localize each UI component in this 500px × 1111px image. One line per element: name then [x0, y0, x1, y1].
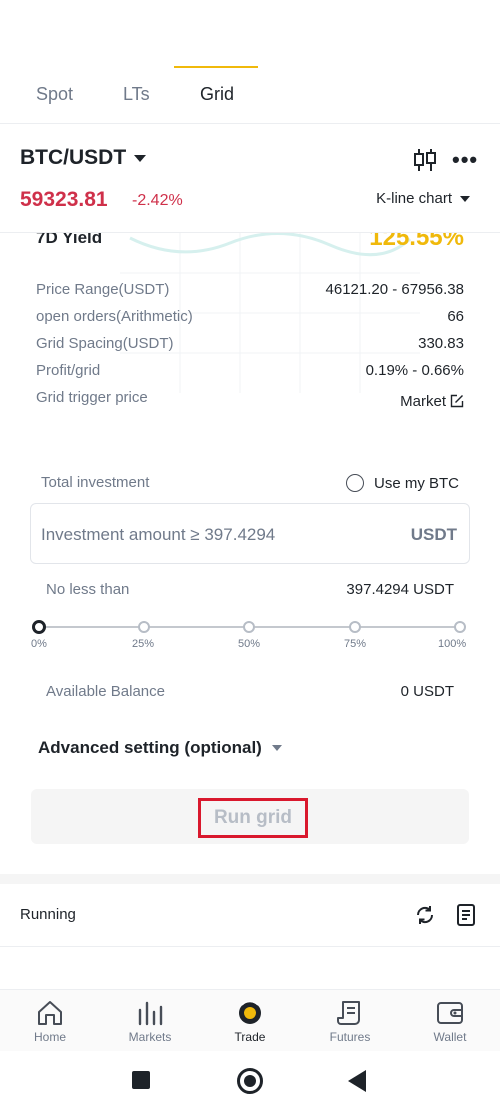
price-change: -2.42%	[132, 192, 183, 209]
nav-futures[interactable]: Futures	[300, 1000, 400, 1044]
tab-lts[interactable]: LTs	[123, 84, 150, 105]
use-my-btc-label: Use my BTC	[373, 474, 459, 492]
slider-node-25[interactable]	[138, 621, 150, 633]
run-grid-label: Run grid	[198, 798, 308, 838]
tab-spot[interactable]: Spot	[36, 84, 73, 105]
nav-home[interactable]: Home	[0, 1000, 100, 1044]
run-grid-button[interactable]: Run grid	[31, 789, 469, 844]
futures-icon	[337, 1001, 360, 1025]
pair-name: BTC/USDT	[20, 146, 127, 169]
more-options-icon[interactable]: •••	[452, 147, 478, 173]
slider-mark: 25%	[132, 638, 155, 650]
slider-mark: 75%	[344, 638, 367, 650]
detail-key: open orders(Arithmetic)	[36, 308, 193, 325]
section-divider	[0, 874, 500, 884]
nav-wallet[interactable]: Wallet	[400, 1000, 500, 1044]
back-button[interactable]	[348, 1070, 366, 1092]
chevron-down-icon	[134, 154, 147, 162]
investment-slider[interactable]: 0% 25% 50% 75% 100%	[31, 620, 468, 660]
nav-markets[interactable]: Markets	[100, 1000, 200, 1044]
min-investment-label: No less than	[46, 581, 130, 598]
detail-row: Profit/grid 0.19% - 0.66%	[36, 362, 464, 386]
slider-handle[interactable]	[32, 620, 46, 634]
active-tab-indicator	[174, 66, 258, 68]
markets-icon	[138, 1001, 163, 1026]
nav-trade[interactable]: Trade	[200, 1000, 300, 1044]
investment-unit: USDT	[410, 525, 457, 544]
nav-label: Futures	[329, 1030, 371, 1044]
detail-value: 330.83	[418, 335, 464, 352]
advanced-setting-label: Advanced setting (optional)	[38, 738, 262, 757]
detail-value: 66	[447, 308, 464, 325]
order-history-icon[interactable]	[456, 904, 476, 931]
last-price: 59323.81	[20, 188, 108, 211]
slider-mark: 100%	[438, 638, 467, 650]
detail-key: Grid trigger price	[36, 389, 148, 406]
running-label: Running	[20, 906, 76, 923]
detail-value: 0.19% - 0.66%	[365, 362, 464, 379]
detail-row: Grid trigger price Market	[36, 389, 464, 413]
chevron-down-icon	[460, 195, 470, 202]
detail-key: Profit/grid	[36, 362, 101, 379]
pair-selector[interactable]: BTC/USDT	[20, 146, 147, 170]
available-balance-label: Available Balance	[46, 683, 165, 700]
min-investment-value: 397.4294 USDT	[346, 581, 454, 598]
home-button[interactable]	[237, 1068, 263, 1094]
tab-grid[interactable]: Grid	[200, 84, 234, 105]
use-my-btc-toggle[interactable]: Use my BTC	[345, 474, 459, 492]
trade-type-tabs: Spot LTs Grid	[0, 60, 500, 124]
investment-amount-input[interactable]: Investment amount ≥ 397.4294 USDT	[30, 503, 470, 564]
detail-key: Price Range(USDT)	[36, 281, 170, 298]
home-icon	[38, 1001, 62, 1025]
detail-value: 46121.20 - 67956.38	[325, 281, 464, 298]
yield-label: 7D Yield	[36, 233, 103, 247]
advanced-setting-toggle[interactable]: Advanced setting (optional)	[38, 738, 282, 758]
yield-strip: 7D Yield 125.55%	[0, 233, 500, 257]
slider-mark: 50%	[238, 638, 261, 650]
trigger-price-selector[interactable]: Market	[400, 389, 464, 413]
refresh-icon[interactable]	[414, 904, 436, 931]
nav-label: Markets	[128, 1030, 172, 1044]
nav-label: Trade	[234, 1030, 266, 1044]
slider-mark: 0%	[31, 638, 47, 650]
radio-button[interactable]	[345, 474, 364, 492]
wallet-icon	[437, 1002, 463, 1024]
yield-value: 125.55%	[369, 233, 464, 251]
investment-placeholder: Investment amount ≥ 397.4294	[41, 525, 276, 544]
kline-chart-button[interactable]: K-line chart	[376, 190, 470, 207]
chevron-down-icon	[271, 745, 282, 751]
kline-chart-label: K-line chart	[376, 190, 452, 207]
slider-node-50[interactable]	[243, 621, 255, 633]
total-investment-label: Total investment	[41, 474, 150, 491]
edit-icon	[450, 394, 464, 408]
candlestick-icon[interactable]	[412, 148, 438, 177]
divider	[0, 946, 500, 947]
bottom-navigation: Home Markets Trade Futures Wallet	[0, 989, 500, 1051]
detail-key: Grid Spacing(USDT)	[36, 335, 174, 352]
slider-node-75[interactable]	[349, 621, 361, 633]
detail-row: open orders(Arithmetic) 66	[36, 308, 464, 332]
detail-row: Grid Spacing(USDT) 330.83	[36, 335, 464, 359]
trade-icon	[239, 1000, 261, 1024]
available-balance-value: 0 USDT	[400, 683, 454, 700]
nav-label: Home	[33, 1030, 66, 1044]
slider-node-100[interactable]	[454, 621, 466, 633]
detail-row: Price Range(USDT) 46121.20 - 67956.38	[36, 281, 464, 305]
nav-label: Wallet	[433, 1030, 467, 1044]
recent-apps-button[interactable]	[132, 1071, 150, 1089]
trigger-price-value: Market	[400, 392, 446, 410]
